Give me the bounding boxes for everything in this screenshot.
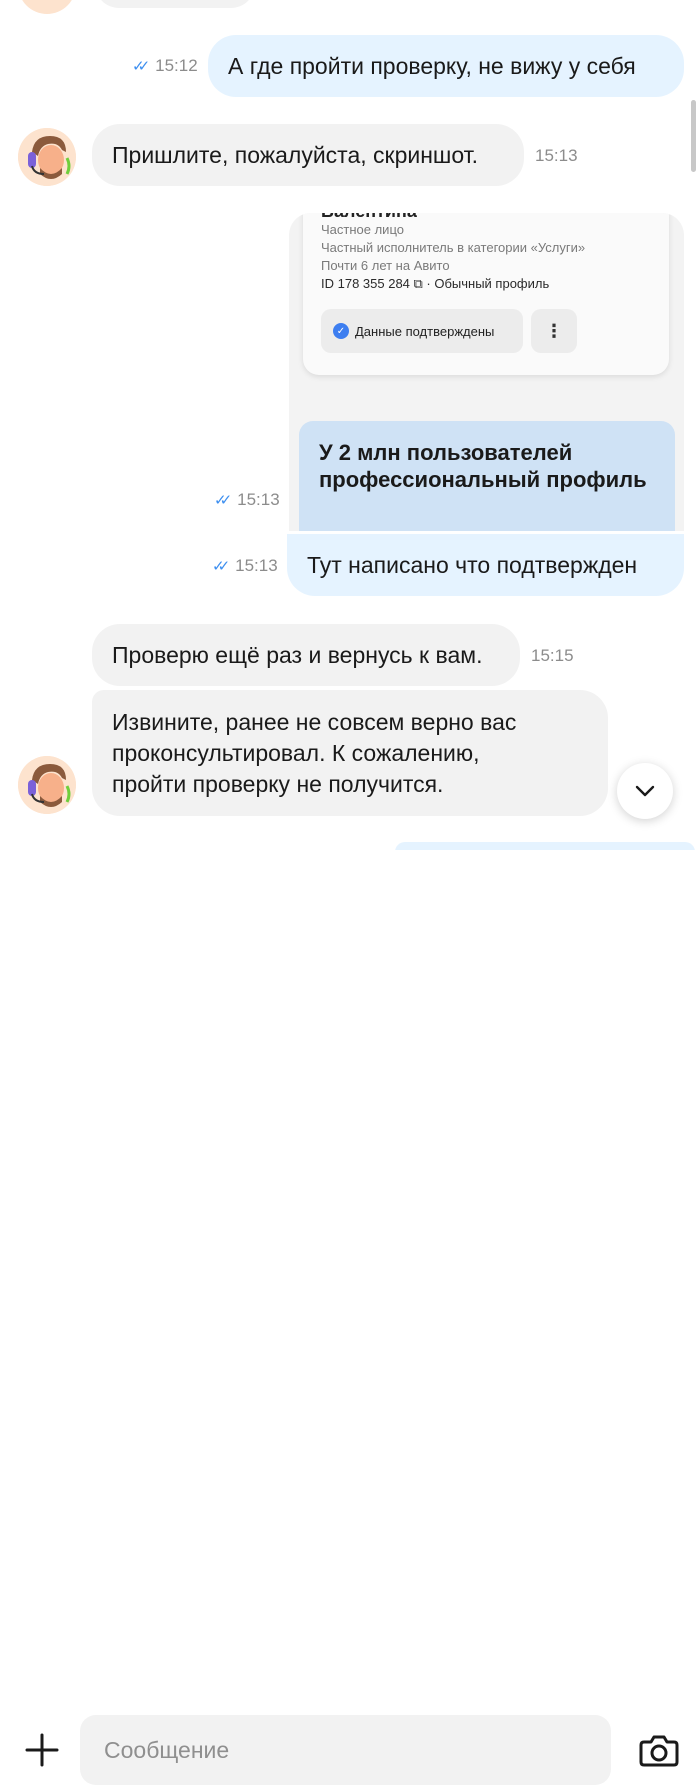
incoming-message[interactable]: Извините, ранее не совсем верно вас прок…: [92, 690, 608, 816]
message-cutoff: [95, 0, 255, 8]
message-input[interactable]: [80, 1715, 611, 1785]
scrollbar[interactable]: [691, 100, 696, 172]
more-icon: ⋮: [531, 309, 577, 353]
message-text-line: Извините, ранее не совсем верно вас: [112, 708, 517, 735]
message-text-line: пройти проверку не получится.: [112, 770, 444, 797]
profile-line: Частное лицо: [321, 222, 404, 237]
profile-id: ID 178 355 284 ⧉ · Обычный профиль: [321, 276, 550, 291]
message-time: ✓✓ 15:13: [214, 490, 280, 509]
profile-card: Валентина Частное лицо Частный исполните…: [303, 213, 669, 375]
profile-line: Почти 6 лет на Авито: [321, 258, 450, 273]
message-time: ✓✓ 15:12: [132, 56, 198, 75]
scroll-down-button[interactable]: [617, 763, 673, 819]
camera-icon[interactable]: [638, 1730, 680, 1770]
verified-icon: ✓: [333, 323, 349, 339]
read-ticks-icon: ✓✓: [214, 492, 232, 509]
support-avatar: [18, 0, 76, 14]
chat-thread[interactable]: ✓✓ 15:12 А где пройти проверку, не вижу …: [0, 0, 700, 850]
message-time: 15:15: [531, 646, 574, 665]
message-text: Тут написано что подтвержден: [307, 551, 638, 578]
support-avatar: [18, 128, 76, 186]
screenshot-attachment[interactable]: Валентина Частное лицо Частный исполните…: [289, 213, 684, 531]
message-text: Проверю ещё раз и вернусь к вам.: [112, 641, 483, 668]
verified-badge: ✓ Данные подтверждены: [321, 309, 523, 353]
message-text-line: проконсультировал. К сожалению,: [112, 739, 480, 766]
support-avatar: [18, 756, 76, 814]
message-time: ✓✓ 15:13: [212, 556, 278, 575]
outgoing-message[interactable]: Тут написано что подтвержден: [287, 534, 684, 596]
chevron-down-icon: [635, 785, 655, 797]
read-ticks-icon: ✓✓: [212, 558, 230, 575]
message-time: 15:13: [535, 146, 578, 165]
incoming-message[interactable]: Проверю ещё раз и вернусь к вам.: [92, 624, 520, 686]
composer: [0, 850, 700, 1785]
incoming-message[interactable]: Пришлите, пожалуйста, скриншот.: [92, 124, 524, 186]
message-text: А где пройти проверку, не вижу у себя: [228, 52, 636, 79]
profile-name: Валентина: [321, 213, 417, 222]
promo-banner: У 2 млн пользователей профессиональный п…: [299, 421, 675, 531]
message-text: Пришлите, пожалуйста, скриншот.: [112, 141, 479, 168]
outgoing-message[interactable]: А где пройти проверку, не вижу у себя: [208, 35, 684, 97]
read-ticks-icon: ✓✓: [132, 58, 150, 75]
outgoing-message-peek: [395, 842, 695, 850]
profile-line: Частный исполнитель в категории «Услуги»: [321, 240, 586, 255]
plus-icon[interactable]: [22, 1730, 62, 1770]
